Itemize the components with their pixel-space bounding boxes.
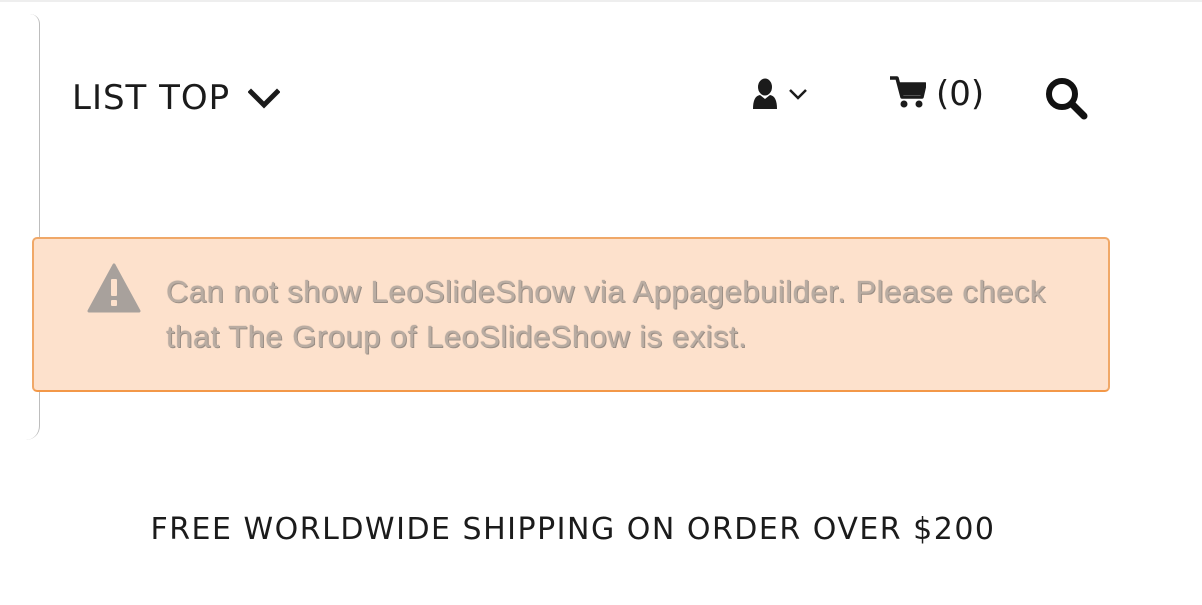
alert-message: Can not show LeoSlideShow via Appagebuil… <box>166 274 1046 354</box>
shopping-cart-icon <box>890 75 927 113</box>
list-top-label: LIST TOP <box>72 78 231 118</box>
chevron-down-icon <box>788 85 808 104</box>
search-icon <box>1044 78 1088 124</box>
cart-count: (0) <box>936 74 985 114</box>
page: LIST TOP (0) Can not show LeoSlideShow v… <box>0 0 1202 605</box>
user-icon <box>752 78 778 114</box>
search-button[interactable] <box>1044 76 1088 124</box>
warning-alert: Can not show LeoSlideShow via Appagebuil… <box>32 237 1110 392</box>
shipping-banner: FREE WORLDWIDE SHIPPING ON ORDER OVER $2… <box>150 512 996 547</box>
top-divider <box>0 0 1202 2</box>
user-account-button[interactable] <box>752 78 808 114</box>
cart-button[interactable]: (0) <box>890 74 984 114</box>
chevron-down-icon <box>247 88 281 114</box>
list-top-menu-toggle[interactable]: LIST TOP <box>72 78 281 118</box>
warning-icon <box>87 263 141 317</box>
